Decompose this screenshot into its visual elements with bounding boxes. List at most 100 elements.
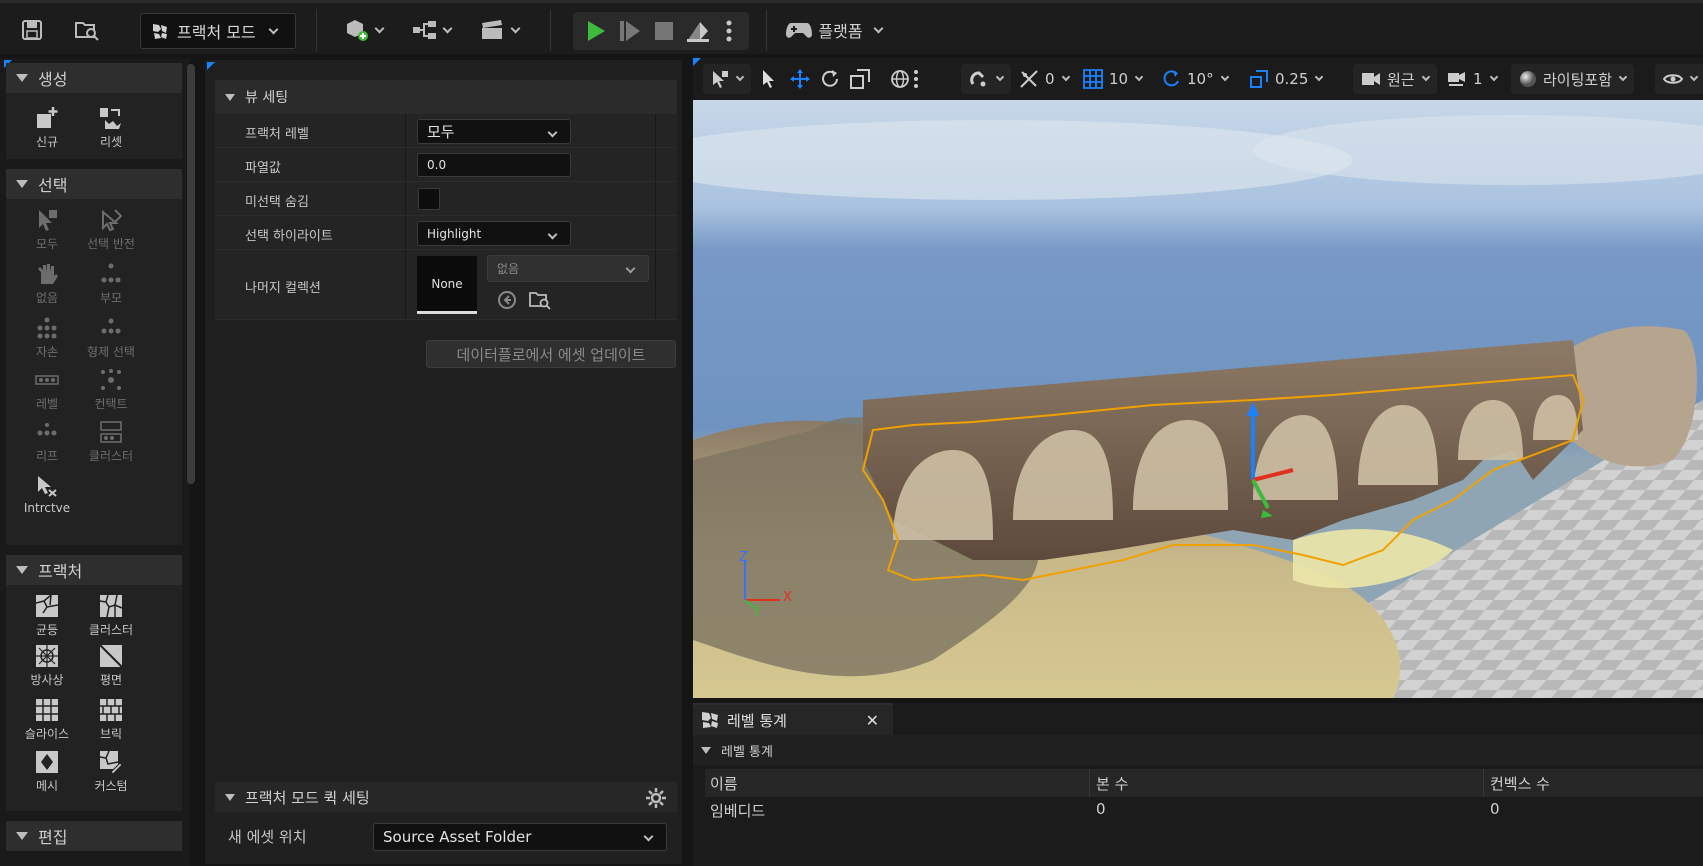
rotate-tool-icon[interactable] [819,68,841,94]
column-header-bone-count[interactable]: 본 수 [1096,773,1128,794]
tool-select-level[interactable]: 레벨 [16,367,78,417]
speed-value: 1 [1473,70,1483,88]
tool-mesh[interactable]: 메시 [16,749,78,799]
play-icon[interactable] [581,13,611,49]
category-create-header[interactable]: 생성 [6,63,182,93]
grid-snap-button[interactable]: 10 [1075,64,1150,94]
add-actor-button[interactable] [340,12,386,48]
new-asset-location-dropdown[interactable]: Source Asset Folder [373,823,667,851]
rotation-snap-button[interactable]: 0 [1011,64,1077,94]
column-header-name[interactable]: 이름 [710,773,738,794]
camera-speed-button[interactable]: 1 [1439,64,1505,94]
column-divider [405,250,406,319]
stop-icon[interactable] [649,13,679,49]
column-divider [405,182,406,215]
column-header-convex-count[interactable]: 컨벡스 수 [1490,773,1550,794]
perspective-button[interactable]: 원근 [1353,64,1437,94]
panel-corner-marker [207,62,215,70]
tool-select-cluster[interactable]: 클러스터 [80,419,142,469]
tool-select-leaf[interactable]: 리프 [16,419,78,469]
view-settings-header[interactable]: 뷰 세팅 [215,80,677,114]
selection-highlight-dropdown[interactable]: Highlight [417,221,571,246]
tool-planar[interactable]: 평면 [80,643,142,693]
tool-cluster[interactable]: 클러스터 [80,593,142,643]
browse-asset-icon[interactable] [529,290,551,314]
category-edit-header[interactable]: 편집 [6,821,182,851]
siblings-icon [98,315,124,341]
selection-mode-button[interactable] [703,64,751,94]
browse-content-icon[interactable] [72,12,102,48]
mode-selector-button[interactable]: 프랙처 모드 [140,13,296,49]
tool-brick[interactable]: 브릭 [80,697,142,747]
world-local-icon[interactable] [889,68,911,94]
fracture-level-dropdown[interactable]: 모두 [417,119,571,144]
rotate-snap-button[interactable]: 10° [1153,64,1236,94]
rotate-snap-icon [1163,70,1179,87]
tool-select-siblings[interactable]: 형제 선택 [80,315,142,365]
surface-rotation-icon [1020,70,1038,88]
tool-radial[interactable]: 방사상 [16,643,78,693]
show-flags-button[interactable] [1655,64,1703,94]
camera-icon [1362,73,1380,85]
slice-fracture-icon [34,697,60,723]
level-stats-section-header[interactable]: 레벨 통계 [693,735,1703,765]
select-tool-icon[interactable] [761,69,777,93]
tool-select-children[interactable]: 자손 [16,315,78,365]
eject-icon[interactable] [683,13,713,49]
property-label: 프랙처 레벨 [245,127,309,142]
category-create-body: 신규 리셋 [6,93,182,159]
translate-tool-icon[interactable] [789,68,811,94]
cinematics-button[interactable] [476,12,522,48]
chevron-down-icon [547,127,558,138]
tool-slice[interactable]: 슬라이스 [16,697,78,747]
tool-uniform[interactable]: 균등 [16,593,78,643]
snap-value: 10° [1187,70,1214,88]
hide-unselected-checkbox[interactable] [418,188,440,210]
asset-thumbnail[interactable]: None [417,256,477,314]
clapperboard-icon [481,20,502,39]
tool-interactive[interactable]: Intrctve [16,473,78,523]
more-options-icon[interactable] [717,13,741,49]
blueprint-button[interactable] [408,12,454,48]
column-divider [1089,769,1090,797]
palette-scrollbar[interactable] [187,64,195,484]
tool-select-contact[interactable]: 컨택트 [80,367,142,417]
surface-snap-button[interactable] [961,64,1011,94]
tool-new[interactable]: 신규 [16,105,78,155]
use-selected-asset-icon[interactable] [497,290,517,314]
tool-invert-selection[interactable]: 선택 반전 [80,207,142,257]
more-options-icon[interactable] [913,68,919,94]
platform-button[interactable]: 플랫폼 [786,12,884,48]
category-fracture-header[interactable]: 프랙처 [6,555,182,585]
explode-amount-input[interactable]: 0.0 [417,153,571,177]
fracture-icon [702,712,718,728]
tool-select-parent[interactable]: 부모 [80,261,142,311]
gamepad-icon [786,23,813,38]
close-icon[interactable]: ✕ [866,711,879,730]
remainder-collection-picker[interactable]: 없음 [487,255,649,282]
tool-select-none[interactable]: 없음 [16,261,78,311]
update-asset-from-dataflow-button[interactable]: 데이터플로에서 에셋 업데이트 [426,340,676,368]
tool-custom[interactable]: 커스텀 [80,749,142,799]
viewport-scene[interactable]: Z X Y [693,100,1703,698]
reset-icon [98,105,124,131]
quick-settings-header[interactable]: 프랙처 모드 퀵 세팅 [215,782,677,812]
tool-select-all[interactable]: 모두 [16,207,78,257]
category-select-header[interactable]: 선택 [6,169,182,199]
tab-label: 레벨 통계 [727,711,787,730]
tool-reset[interactable]: 리셋 [80,105,142,155]
chevron-down-icon [735,72,745,82]
level-viewport[interactable]: 0 10 10° 0.25 원근 1 라이팅포함 Z X Y [693,58,1703,698]
scale-snap-button[interactable]: 0.25 [1241,64,1330,94]
skip-forward-icon[interactable] [615,13,645,49]
scale-tool-icon[interactable] [849,68,871,94]
chevron-down-icon [1489,72,1498,82]
expand-arrow-icon [16,74,28,82]
tab-level-statistics[interactable]: 레벨 통계 ✕ [693,703,893,735]
save-icon[interactable] [18,12,46,48]
snap-value: 0.25 [1275,70,1309,88]
gear-icon[interactable] [645,787,667,809]
chevron-down-icon [1220,72,1229,82]
perspective-label: 원근 [1387,70,1415,89]
view-mode-button[interactable]: 라이팅포함 [1511,64,1635,94]
